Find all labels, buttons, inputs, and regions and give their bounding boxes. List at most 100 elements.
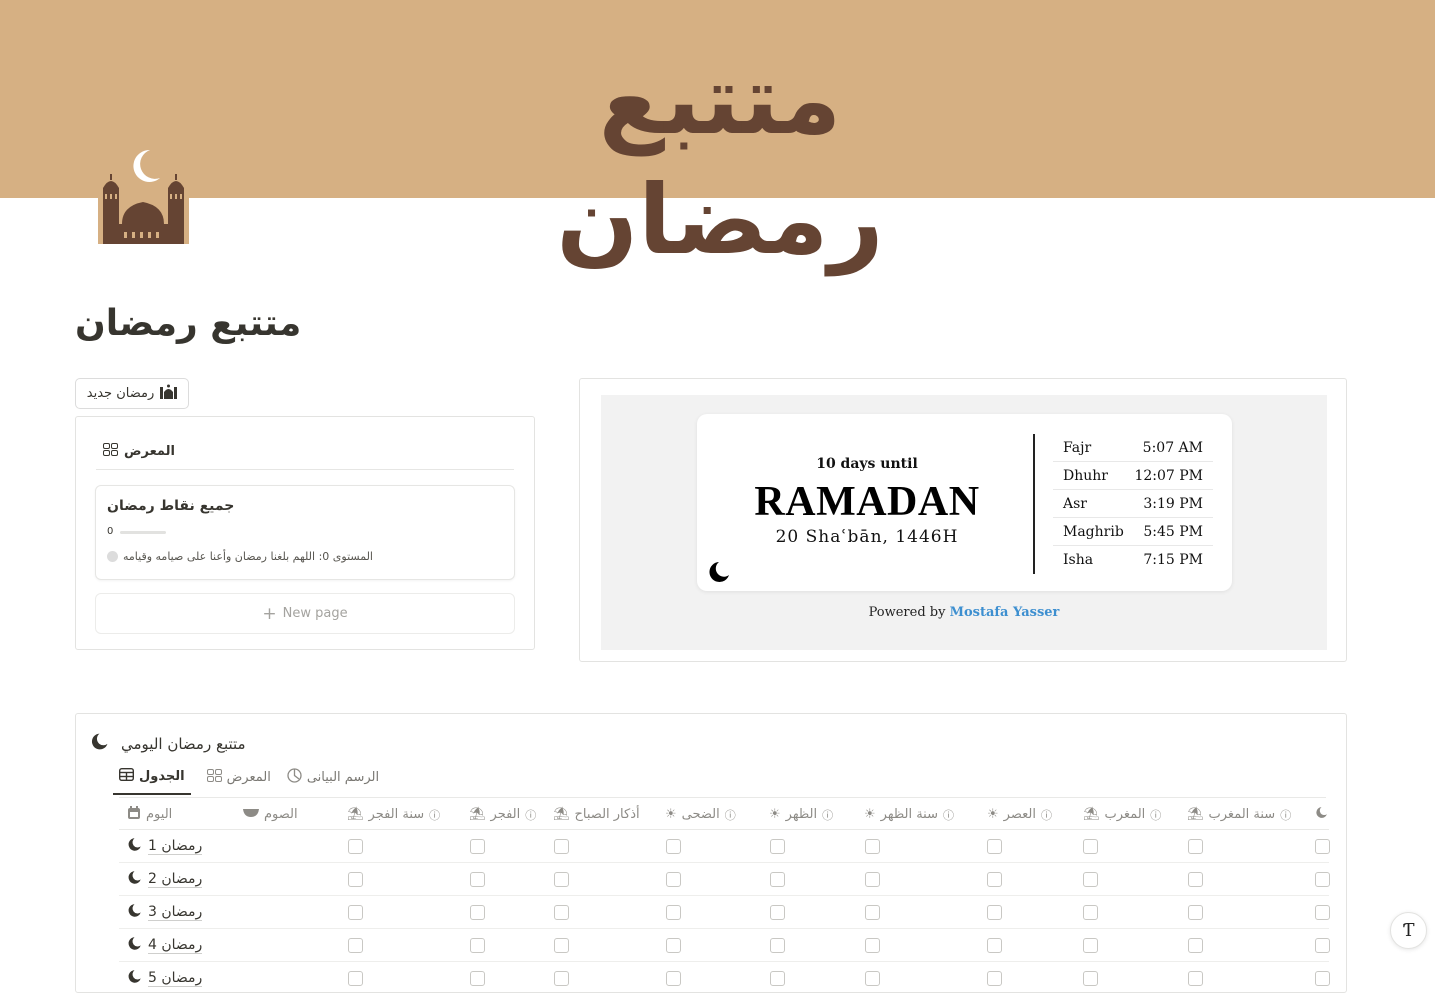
checkbox[interactable] [1315,938,1330,953]
database-title[interactable]: متتبع رمضان اليومي [90,732,246,755]
info-icon: ⓘ [942,808,954,822]
checkbox[interactable] [770,872,785,887]
checkbox[interactable] [554,905,569,920]
checkbox[interactable] [1083,971,1098,986]
row-name-cell[interactable]: رمضان 4 [127,929,203,962]
divider [119,797,1326,798]
author-link[interactable]: Mostafa Yasser [950,605,1060,620]
checkbox[interactable] [865,971,880,986]
checkbox[interactable] [348,839,363,854]
row-name: رمضان 3 [148,904,203,921]
checkbox[interactable] [1083,839,1098,854]
table-row[interactable]: رمضان 3 [119,896,1330,929]
checkbox[interactable] [554,971,569,986]
help-button[interactable]: Ƭ [1390,912,1427,949]
column-header[interactable]: ⛱ سنة المغرب ⓘ [1187,799,1291,830]
checkbox[interactable] [1083,938,1098,953]
column-header[interactable]: اليوم [127,799,172,830]
checkbox[interactable] [348,872,363,887]
sunrise-icon: ⛱ [347,807,364,822]
column-header[interactable]: ☀ سنة الظهر ⓘ [864,799,954,830]
column-header[interactable]: ⛱ الفجر ⓘ [469,799,536,830]
gallery-card[interactable]: جميع نقاط رمضان 0 المستوى 0: اللهم بلغنا… [95,485,515,580]
checkbox[interactable] [1188,971,1203,986]
checkbox[interactable] [987,905,1002,920]
table-row[interactable]: رمضان 4 [119,929,1330,962]
tab-gallery[interactable]: المعرض [103,443,175,460]
checkbox[interactable] [666,905,681,920]
checkbox[interactable] [1315,905,1330,920]
checkbox[interactable] [554,839,569,854]
column-header[interactable]: ☀ الضحى ⓘ [665,799,736,830]
checkbox[interactable] [470,971,485,986]
checkbox[interactable] [1188,905,1203,920]
table-row[interactable]: رمضان 5 [119,962,1330,992]
checkbox[interactable] [348,938,363,953]
page-title: متتبع رمضان [75,303,302,344]
column-header[interactable]: ⛱ المغرب ⓘ [1083,799,1161,830]
checkbox[interactable] [554,938,569,953]
checkbox[interactable] [865,938,880,953]
column-header[interactable]: ⛱ أذكار الصباح [553,799,640,830]
checkbox[interactable] [666,839,681,854]
checkbox[interactable] [1315,872,1330,887]
checkbox[interactable] [470,872,485,887]
checkbox[interactable] [865,872,880,887]
checkbox[interactable] [470,905,485,920]
column-header[interactable]: الصوم [243,799,298,830]
chart-icon [287,768,302,787]
checkbox[interactable] [1315,839,1330,854]
checkbox[interactable] [1083,905,1098,920]
checkbox[interactable] [470,839,485,854]
checkbox[interactable] [865,839,880,854]
powered-by: Powered by Mostafa Yasser [601,605,1327,620]
column-header[interactable]: ☀ العصر ⓘ [987,799,1052,830]
checkbox[interactable] [770,938,785,953]
column-header[interactable]: ☀ الظهر ⓘ [769,799,833,830]
sun-icon: ☀ [864,807,876,822]
checkbox[interactable] [666,938,681,953]
checkbox[interactable] [554,872,569,887]
checkbox[interactable] [348,971,363,986]
checkbox[interactable] [987,872,1002,887]
row-name-cell[interactable]: رمضان 1 [127,830,203,863]
moon-icon [127,903,142,922]
checkbox[interactable] [865,905,880,920]
column-header[interactable]: ⛱ سنة الفجر ⓘ [347,799,440,830]
column-header[interactable] [1315,799,1328,830]
table-row[interactable]: رمضان 1 [119,830,1330,863]
row-name-cell[interactable]: رمضان 2 [127,863,203,896]
tab-table[interactable]: الجدول [113,767,191,795]
tab-chart[interactable]: الرسم البيانى [287,768,379,795]
checkbox[interactable] [666,872,681,887]
checkbox[interactable] [770,905,785,920]
gallery-view: المعرض جميع نقاط رمضان 0 المستوى 0: الله… [75,416,535,650]
checkbox[interactable] [987,839,1002,854]
tab-gallery[interactable]: المعرض [206,768,271,795]
checkbox[interactable] [987,971,1002,986]
checkbox[interactable] [470,938,485,953]
checkbox[interactable] [770,971,785,986]
info-icon: ⓘ [1040,808,1052,822]
checkbox[interactable] [987,938,1002,953]
checkbox[interactable] [1083,872,1098,887]
mosque-crescent-icon[interactable] [98,146,189,244]
prayer-name: Dhuhr [1063,467,1108,484]
checkbox[interactable] [1315,971,1330,986]
column-label: سنة الظهر [880,807,938,822]
new-ramadan-button[interactable]: رمضان جديد [75,378,189,409]
moon-icon [127,936,142,955]
checkbox[interactable] [770,839,785,854]
divider [96,469,514,470]
tab-label: الجدول [139,769,185,784]
checkbox[interactable] [1188,872,1203,887]
checkbox[interactable] [1188,839,1203,854]
checkbox[interactable] [348,905,363,920]
checkbox[interactable] [666,971,681,986]
row-name-cell[interactable]: رمضان 5 [127,962,203,992]
table-row[interactable]: رمضان 2 [119,863,1330,896]
new-page-button[interactable]: + New page [95,593,515,634]
checkbox[interactable] [1188,938,1203,953]
moon-icon [1315,806,1328,823]
row-name-cell[interactable]: رمضان 3 [127,896,203,929]
